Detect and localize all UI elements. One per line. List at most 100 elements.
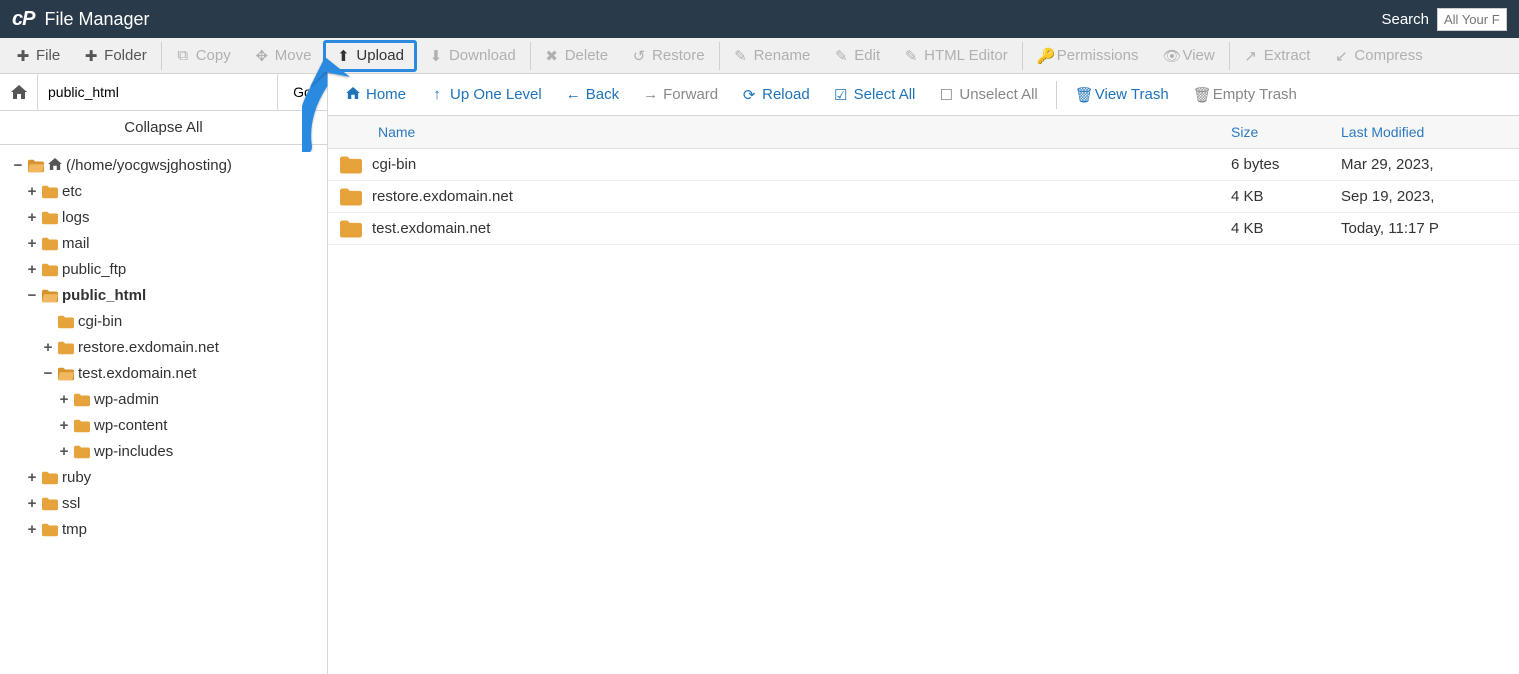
unselect-all-button[interactable]: ☐Unselect All [929,80,1047,110]
tree-item-wp-admin[interactable]: +wp-admin [6,387,321,413]
copy-button[interactable]: ⧉Copy [164,41,243,70]
column-icon[interactable] [328,116,366,148]
label: Extract [1264,47,1311,64]
label: Empty Trash [1213,86,1297,103]
tree-item-restore[interactable]: +restore.exdomain.net [6,335,321,361]
label: Move [275,47,312,64]
label: Permissions [1057,47,1139,64]
html-editor-button[interactable]: ✎HTML Editor [892,41,1020,71]
reload-button[interactable]: ⟳ Reload [732,80,820,110]
label: Copy [196,47,231,64]
download-icon: ⬇ [429,47,443,65]
empty-trash-button[interactable]: 🗑Empty Trash [1183,80,1307,110]
upload-button[interactable]: ⬆Upload [323,40,417,72]
navigation-bar: Home ↑Up One Level ←Back →Forward ⟳ Reloa… [328,74,1519,116]
table-row[interactable]: test.exdomain.net4 KBToday, 11:17 P [328,213,1519,245]
tree-item-ssl[interactable]: +ssl [6,491,321,517]
expand-icon[interactable]: + [26,519,38,541]
tree-item-tmp[interactable]: + tmp [6,517,321,543]
folder-open-icon [42,289,58,303]
edit-button[interactable]: ✎Edit [822,41,892,71]
tree-item-wp-includes[interactable]: +wp-includes [6,439,321,465]
tree-root[interactable]: −(/home/yocgwsjghosting) [6,153,321,179]
tree-item-etc[interactable]: +etc [6,179,321,205]
new-file-button[interactable]: ✚File [4,41,72,71]
download-button[interactable]: ⬇Download [417,41,528,71]
expand-icon[interactable]: + [58,441,70,463]
expand-icon[interactable]: + [26,181,38,203]
tree-item-public-ftp[interactable]: +public_ftp [6,257,321,283]
permissions-button[interactable]: 🔑Permissions [1025,41,1151,71]
go-button[interactable]: Go [277,74,327,110]
expand-icon[interactable]: + [26,233,38,255]
forward-button[interactable]: →Forward [633,80,728,109]
rename-button[interactable]: ✎Rename [722,41,823,71]
column-size[interactable]: Size [1219,116,1329,148]
label: Unselect All [959,86,1037,103]
back-button[interactable]: ←Back [556,80,629,109]
plus-icon: ✚ [16,47,30,65]
folder-icon [42,263,58,277]
separator [719,42,720,70]
folder-tree: −(/home/yocgwsjghosting) +etc +logs +mai… [0,145,327,551]
restore-icon: ↺ [632,47,646,65]
nav-home-button[interactable]: Home [336,80,416,109]
tree-item-logs[interactable]: +logs [6,205,321,231]
view-button[interactable]: 👁View [1150,41,1226,71]
expand-icon[interactable]: + [26,467,38,489]
left-arrow-icon: ← [566,86,580,103]
expand-icon[interactable]: + [58,415,70,437]
tree-item-ruby[interactable]: + ruby [6,465,321,491]
extract-button[interactable]: ↗ Extract [1232,41,1323,71]
file-name: restore.exdomain.net [372,188,513,205]
move-button[interactable]: ✥Move [243,41,324,71]
folder-icon [42,497,58,511]
cpanel-logo-icon: cP [12,8,34,31]
path-input[interactable] [38,74,277,110]
folder-icon [340,220,362,238]
tree-label: public_html [62,285,146,307]
table-row[interactable]: restore.exdomain.net4 KBSep 19, 2023, [328,181,1519,213]
new-folder-button[interactable]: ✚Folder [72,41,159,71]
view-trash-button[interactable]: 🗑View Trash [1065,80,1179,110]
collapse-icon[interactable]: − [26,285,38,307]
search-input[interactable] [1437,8,1507,31]
folder-open-icon [58,367,74,381]
column-name[interactable]: Name [366,116,1219,148]
tree-item-public-html[interactable]: − public_html [6,283,321,309]
up-one-level-button[interactable]: ↑Up One Level [420,80,552,109]
extract-icon: ↗ [1244,47,1258,65]
delete-button[interactable]: ✖Delete [533,41,620,71]
folder-icon [42,523,58,537]
reload-icon: ⟳ [742,86,756,104]
expand-icon[interactable]: + [26,493,38,515]
home-icon [11,85,27,99]
tree-label: ruby [62,467,91,489]
collapse-all-button[interactable]: Collapse All [0,111,327,145]
tree-item-mail[interactable]: +mail [6,231,321,257]
compress-button[interactable]: ↙Compress [1322,41,1434,71]
collapse-icon[interactable]: − [42,363,54,385]
expand-icon[interactable]: + [26,207,38,229]
file-grid: cgi-bin6 bytesMar 29, 2023, restore.exdom… [328,149,1519,674]
folder-icon [74,419,90,433]
tree-label: tmp [62,519,87,541]
expand-icon[interactable]: + [26,259,38,281]
restore-button[interactable]: ↺Restore [620,41,717,71]
expand-icon[interactable]: + [58,389,70,411]
separator [1229,42,1230,70]
table-row[interactable]: cgi-bin6 bytesMar 29, 2023, [328,149,1519,181]
tree-item-wp-content[interactable]: +wp-content [6,413,321,439]
file-size: 4 KB [1219,188,1329,205]
table-header: Name Size Last Modified [328,116,1519,149]
select-all-button[interactable]: ☑Select All [824,80,926,110]
collapse-icon[interactable]: − [12,155,24,177]
home-button[interactable] [0,74,38,110]
tree-item-test[interactable]: − test.exdomain.net [6,361,321,387]
app-title: File Manager [44,9,149,30]
tree-label: test.exdomain.net [78,363,196,385]
column-modified[interactable]: Last Modified [1329,116,1519,148]
tree-item-cgi-bin[interactable]: cgi-bin [6,309,321,335]
label: Reload [762,86,810,103]
expand-icon[interactable]: + [42,337,54,359]
